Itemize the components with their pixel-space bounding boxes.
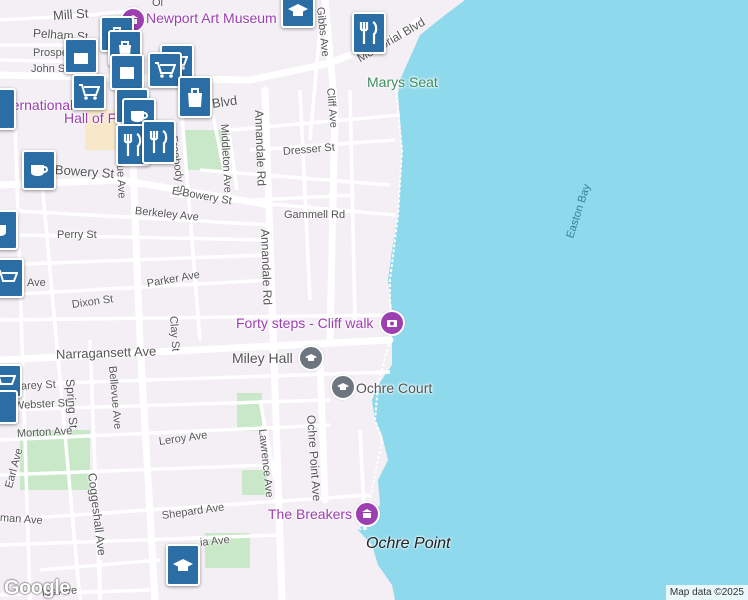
park	[237, 393, 262, 431]
school-icon[interactable]	[298, 345, 324, 371]
street-label: Ol	[152, 0, 163, 9]
street-label: Annandale Rd	[258, 228, 275, 306]
street-label: John St	[31, 63, 69, 75]
street-label: Perry St	[57, 229, 97, 241]
poi-label-breakers[interactable]: The Breakers	[268, 506, 352, 522]
restaurant-pin-icon[interactable]	[142, 120, 176, 164]
camera-icon[interactable]	[379, 310, 405, 336]
poi-label-marys-seat[interactable]: Marys Seat	[367, 74, 438, 90]
poi-label-forty-steps[interactable]: Forty steps - Cliff walk	[236, 315, 373, 331]
street-label: Clay St	[167, 315, 182, 352]
cart-pin-icon[interactable]	[0, 258, 24, 298]
school-pin-icon[interactable]	[166, 544, 200, 586]
map-canvas[interactable]: Ol Mill St Pelham St Prospe John St Gibb…	[0, 0, 748, 600]
museum-icon[interactable]	[354, 501, 380, 527]
map-attribution[interactable]: Map data ©2025	[665, 585, 748, 600]
street-label: Mill St	[52, 5, 89, 23]
cafe-pin-icon[interactable]	[0, 390, 18, 424]
street-label: Prospe	[33, 47, 68, 59]
poi-label-art-museum[interactable]: Newport Art Museum	[146, 10, 277, 26]
cafe-pin-icon[interactable]	[22, 150, 56, 190]
cart-pin-icon[interactable]	[148, 52, 182, 88]
cart-pin-icon[interactable]	[72, 74, 106, 110]
street-label: Annandale Rd	[252, 109, 269, 187]
poi-label-miley-hall[interactable]: Miley Hall	[232, 350, 293, 366]
gift-shop-pin-icon[interactable]	[64, 38, 98, 74]
cafe-pin-icon[interactable]	[0, 210, 18, 250]
place-label: Ochre Point	[366, 535, 451, 552]
water	[358, 0, 748, 600]
shopping-pin-icon[interactable]	[110, 54, 144, 90]
street-label: Ave	[27, 277, 46, 289]
google-logo: Google	[4, 577, 70, 599]
poi-label-ochre-court[interactable]: Ochre Court	[356, 380, 432, 396]
restaurant-pin-icon[interactable]	[352, 12, 386, 54]
school-pin-icon[interactable]	[281, 0, 315, 28]
street-label: ue Ave	[114, 164, 128, 199]
street-label: Gammell Rd	[284, 209, 346, 221]
pin-icon[interactable]	[0, 88, 16, 130]
shopping-bag-pin-icon[interactable]	[178, 76, 212, 118]
school-icon[interactable]	[330, 374, 356, 400]
